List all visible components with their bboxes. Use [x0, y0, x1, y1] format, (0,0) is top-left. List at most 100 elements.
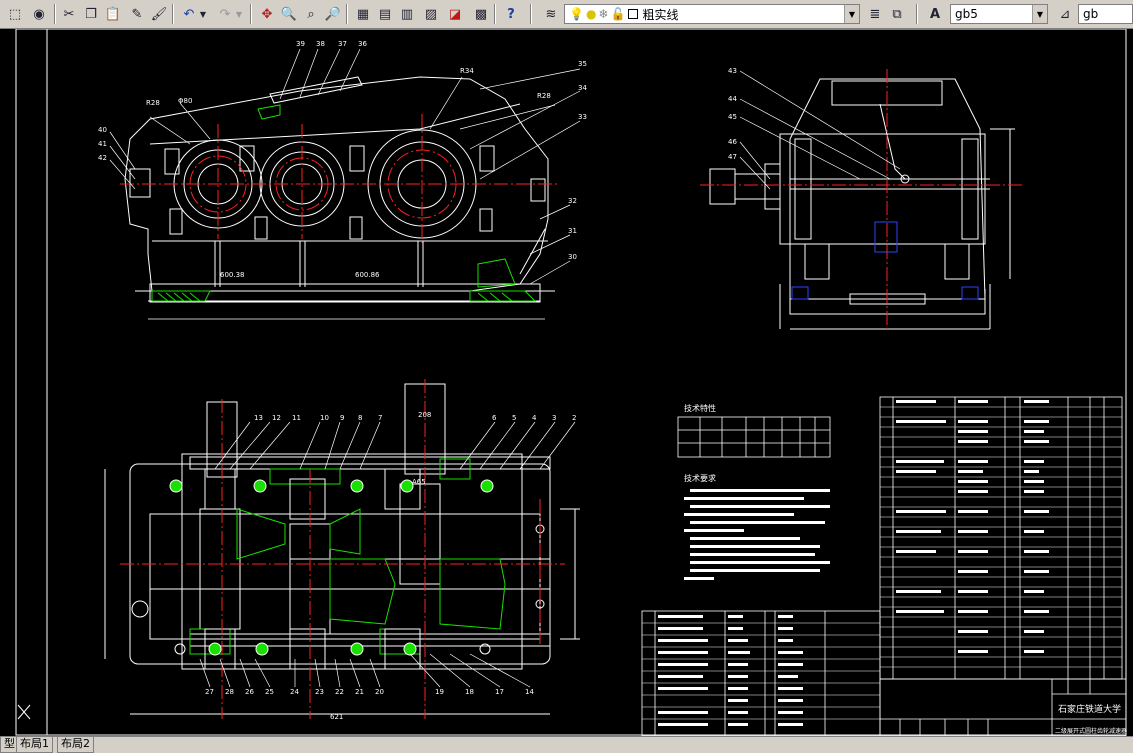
svg-text:25: 25 — [265, 688, 274, 696]
sheet-set-icon[interactable]: ▨ — [420, 3, 442, 25]
tab-layout2[interactable]: 布局2 — [57, 737, 94, 753]
plan-view — [104, 383, 580, 715]
toolbar-separator — [172, 4, 174, 24]
sun-icon: ● — [585, 7, 597, 21]
tech-requirements-title: 技术要求 — [684, 473, 716, 483]
svg-text:R28: R28 — [146, 99, 160, 107]
block-editor-icon[interactable]: 🖌 — [148, 3, 170, 25]
undo-dropdown-icon[interactable]: ▼ — [198, 3, 208, 25]
svg-text:32: 32 — [568, 197, 577, 205]
tech-characteristics-table — [677, 416, 831, 458]
svg-text:43: 43 — [728, 67, 737, 75]
publish-icon[interactable]: ⬚ — [4, 3, 26, 25]
chevron-down-icon[interactable]: ▼ — [844, 5, 859, 23]
dim-a65: A65 — [412, 478, 426, 486]
freeze-icon: ❄ — [598, 7, 609, 21]
plan-view-gears-hatch — [189, 458, 506, 655]
zoom-realtime-icon[interactable]: 🔍 — [278, 3, 300, 25]
school-name: 石家庄铁道大学 — [1058, 703, 1121, 715]
layout-tabs: 型 布局1 布局2 — [0, 736, 1133, 753]
front-view-hatch — [151, 104, 537, 302]
svg-text:33: 33 — [578, 113, 587, 121]
svg-text:12: 12 — [272, 414, 281, 422]
zoom-window-icon[interactable]: ⌕ — [300, 3, 322, 25]
redo-icon[interactable]: ↷ — [214, 3, 236, 25]
plan-view-centerlines — [120, 379, 565, 719]
undo-icon[interactable]: ↶ — [178, 3, 200, 25]
svg-text:47: 47 — [728, 153, 737, 161]
svg-text:10: 10 — [320, 414, 329, 422]
svg-text:39: 39 — [296, 40, 305, 48]
svg-text:21: 21 — [355, 688, 364, 696]
svg-text:37: 37 — [338, 40, 347, 48]
tech-requirements-text — [684, 489, 830, 580]
svg-text:38: 38 — [316, 40, 325, 48]
layer-select[interactable]: 💡 ● ❄ 🔓 粗实线 ▼ — [564, 4, 860, 24]
svg-text:24: 24 — [290, 688, 299, 696]
svg-text:9: 9 — [340, 414, 344, 422]
svg-text:27: 27 — [205, 688, 214, 696]
layer-previous-icon[interactable]: ⧉ — [886, 3, 908, 25]
side-view-labels: 43 44 45 46 47 — [728, 67, 737, 161]
svg-text:R34: R34 — [460, 67, 474, 75]
tab-layout1[interactable]: 布局1 — [16, 737, 53, 753]
dimension-style-select[interactable]: gb — [1078, 4, 1133, 24]
svg-text:44: 44 — [728, 95, 737, 103]
cut-icon[interactable]: ✂ — [58, 3, 80, 25]
properties-icon[interactable]: ▦ — [352, 3, 374, 25]
copy-icon[interactable]: ❐ — [80, 3, 102, 25]
dimension-style-icon[interactable]: ⊿ — [1054, 3, 1076, 25]
tech-characteristics-title: 技术特性 — [684, 403, 716, 413]
svg-text:28: 28 — [225, 688, 234, 696]
svg-text:46: 46 — [728, 138, 737, 146]
svg-text:35: 35 — [578, 60, 587, 68]
svg-text:R28: R28 — [537, 92, 551, 100]
svg-text:13: 13 — [254, 414, 263, 422]
toolbar-separator — [346, 4, 348, 24]
front-view — [124, 76, 555, 303]
svg-text:34: 34 — [578, 84, 587, 92]
text-style-icon[interactable]: A — [924, 3, 946, 25]
lightbulb-icon: 💡 — [569, 7, 584, 21]
calculator-icon[interactable]: ▩ — [470, 3, 492, 25]
svg-text:26: 26 — [245, 688, 254, 696]
globe-icon[interactable]: ◉ — [28, 3, 50, 25]
paste-icon[interactable]: 📋 — [102, 3, 124, 25]
svg-text:17: 17 — [495, 688, 504, 696]
svg-text:8: 8 — [358, 414, 362, 422]
ucs-icon — [17, 704, 31, 720]
pan-icon[interactable]: ✥ — [256, 3, 278, 25]
text-style-select[interactable]: gb5 ▼ — [950, 4, 1048, 24]
svg-text:6: 6 — [492, 414, 497, 422]
standard-toolbar: ⬚ ◉ ✂ ❐ 📋 ✎ 🖌 ↶ ▼ ↷ ▼ ✥ 🔍 ⌕ 🔎 ▦ ▤ ▥ ▨ ◪ … — [0, 0, 1133, 29]
drawing-canvas[interactable]: 39 38 37 36 35 34 33 32 31 30 40 41 42 R28 Φ80 R34 R… — [0, 29, 1133, 736]
text-style-name: gb5 — [955, 7, 978, 21]
dimension-style-name: gb — [1083, 7, 1099, 21]
cad-drawing: 39 38 37 36 353433 323130 404142 R28 Φ80R34R… — [15, 29, 1127, 736]
match-properties-icon[interactable]: ✎ — [126, 3, 148, 25]
svg-text:7: 7 — [378, 414, 382, 422]
parts-list-right-rows — [880, 406, 1122, 668]
svg-text:40: 40 — [98, 126, 107, 134]
zoom-previous-icon[interactable]: 🔎 — [322, 3, 344, 25]
chevron-down-icon[interactable]: ▼ — [1032, 5, 1047, 23]
svg-text:14: 14 — [525, 688, 534, 696]
side-view-leaders — [739, 70, 901, 190]
redo-dropdown-icon[interactable]: ▼ — [234, 3, 244, 25]
svg-text:3: 3 — [552, 414, 556, 422]
layer-name: 粗实线 — [642, 7, 679, 22]
svg-text:20: 20 — [375, 688, 384, 696]
layer-manager-icon[interactable]: ≋ — [540, 3, 562, 25]
svg-text:2: 2 — [572, 414, 576, 422]
parts-list-bottom-rows — [642, 622, 880, 720]
dim-overall-length: 621 — [330, 713, 343, 721]
design-center-icon[interactable]: ▤ — [374, 3, 396, 25]
svg-text:22: 22 — [335, 688, 344, 696]
parts-list-bottom-text — [658, 615, 803, 726]
svg-text:19: 19 — [435, 688, 444, 696]
help-icon[interactable]: ? — [500, 3, 522, 25]
make-object-layer-current-icon[interactable]: ≣ — [864, 3, 886, 25]
svg-text:23: 23 — [315, 688, 324, 696]
markup-icon[interactable]: ◪ — [444, 3, 466, 25]
tool-palettes-icon[interactable]: ▥ — [396, 3, 418, 25]
